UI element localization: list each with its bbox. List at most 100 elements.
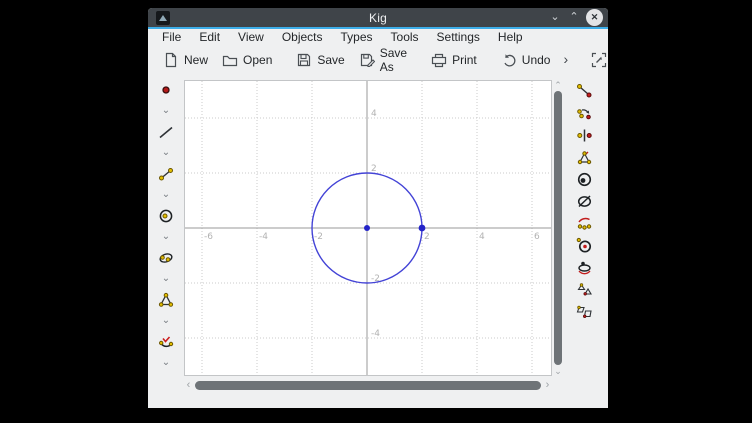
point-reflection-tool[interactable] bbox=[576, 124, 593, 146]
point-reflection-icon bbox=[576, 127, 593, 144]
svg-text:-4: -4 bbox=[371, 329, 380, 339]
chevron-down-icon: ⌄ bbox=[162, 358, 170, 368]
rotate-tool[interactable] bbox=[576, 102, 593, 124]
menu-types[interactable]: Types bbox=[332, 29, 382, 46]
scroll-left-icon[interactable]: ‹ bbox=[184, 379, 193, 391]
geometry-canvas[interactable]: -6 -4 -2 2 4 6 4 2 -2 -4 bbox=[184, 80, 552, 376]
print-label: Print bbox=[452, 53, 477, 67]
translate-icon bbox=[576, 83, 593, 100]
svg-text:-4: -4 bbox=[259, 232, 268, 242]
chevron-down-icon: ⌄ bbox=[550, 11, 559, 23]
chevron-right-icon: › bbox=[563, 51, 568, 67]
polygon-icon bbox=[158, 292, 174, 308]
point-tool-expander[interactable]: ⌄ bbox=[162, 100, 170, 121]
rotation-tool[interactable] bbox=[576, 234, 593, 256]
close-icon: ✕ bbox=[591, 12, 599, 23]
save-as-icon bbox=[359, 52, 375, 68]
chevron-down-icon: ⌄ bbox=[162, 274, 170, 284]
menu-edit[interactable]: Edit bbox=[190, 29, 229, 46]
center-point[interactable] bbox=[364, 225, 370, 231]
titlebar: Kig ⌄ ⌃ ✕ bbox=[148, 8, 608, 29]
close-button[interactable]: ✕ bbox=[586, 9, 603, 26]
line-tool-expander[interactable]: ⌄ bbox=[162, 142, 170, 163]
open-button[interactable]: Open bbox=[215, 48, 279, 71]
line-icon bbox=[158, 124, 174, 140]
svg-text:4: 4 bbox=[479, 232, 485, 242]
new-label: New bbox=[184, 53, 208, 67]
inversion-tool[interactable] bbox=[576, 168, 593, 190]
segment-tool[interactable] bbox=[158, 163, 174, 184]
undo-label: Undo bbox=[522, 53, 551, 67]
rotate-icon bbox=[576, 105, 593, 122]
menu-tools[interactable]: Tools bbox=[382, 29, 428, 46]
save-button[interactable]: Save bbox=[289, 48, 351, 71]
chevron-down-icon: ⌄ bbox=[162, 190, 170, 200]
circle-tool-expander[interactable]: ⌄ bbox=[162, 226, 170, 247]
polygon-tool-expander[interactable]: ⌄ bbox=[162, 310, 170, 331]
maximize-button[interactable]: ⌃ bbox=[567, 12, 581, 23]
chevron-down-icon: ⌄ bbox=[162, 148, 170, 158]
menu-view[interactable]: View bbox=[229, 29, 273, 46]
radius-point[interactable] bbox=[419, 225, 426, 232]
point-tool[interactable] bbox=[158, 79, 174, 100]
arc-tool[interactable] bbox=[158, 331, 174, 352]
projection-tool[interactable] bbox=[576, 256, 593, 278]
conic-tool[interactable] bbox=[158, 247, 174, 268]
window-controls: ⌄ ⌃ ✕ bbox=[548, 9, 603, 26]
zoom-in-button[interactable]: Zoom In bbox=[584, 48, 608, 71]
similitude-tool[interactable] bbox=[576, 212, 593, 234]
left-toolbar: ⌄ ⌄ ⌄ ⌄ ⌄ ⌄ ⌄ bbox=[148, 73, 184, 408]
svg-text:-2: -2 bbox=[314, 232, 323, 242]
segment-tool-expander[interactable]: ⌄ bbox=[162, 184, 170, 205]
polygon-tool[interactable] bbox=[158, 289, 174, 310]
translate-tool[interactable] bbox=[576, 80, 593, 102]
zoom-in-icon bbox=[591, 52, 607, 68]
menu-objects[interactable]: Objects bbox=[273, 29, 332, 46]
svg-text:-6: -6 bbox=[204, 232, 213, 242]
undo-icon bbox=[501, 52, 517, 68]
print-button[interactable]: Print bbox=[424, 48, 484, 71]
hide-object-tool[interactable] bbox=[576, 190, 593, 212]
horizontal-scrollbar[interactable]: ‹ › bbox=[184, 379, 552, 391]
scale-tool[interactable] bbox=[576, 146, 593, 168]
kig-window: Kig ⌄ ⌃ ✕ File Edit View Objects Types T… bbox=[148, 8, 608, 408]
rotation-icon bbox=[576, 237, 593, 254]
save-icon bbox=[296, 52, 312, 68]
svg-text:2: 2 bbox=[424, 232, 430, 242]
scroll-right-icon[interactable]: › bbox=[543, 379, 552, 391]
svg-text:6: 6 bbox=[534, 232, 540, 242]
save-as-label: Save As bbox=[380, 46, 407, 74]
undo-button[interactable]: Undo bbox=[494, 48, 558, 71]
projection-icon bbox=[576, 259, 593, 276]
chevron-down-icon: ⌄ bbox=[162, 316, 170, 326]
segment-icon bbox=[158, 166, 174, 182]
new-button[interactable]: New bbox=[156, 48, 215, 71]
conic-tool-expander[interactable]: ⌄ bbox=[162, 268, 170, 289]
menu-help[interactable]: Help bbox=[489, 29, 532, 46]
similarity-tool[interactable] bbox=[576, 278, 593, 300]
menu-file[interactable]: File bbox=[153, 29, 190, 46]
svg-text:4: 4 bbox=[371, 109, 377, 119]
undo-overflow-button[interactable]: › bbox=[557, 48, 574, 71]
arc-tool-expander[interactable]: ⌄ bbox=[162, 352, 170, 373]
toolbar: New Open Save Save As Print Undo › Zoo bbox=[148, 46, 608, 73]
affinity-tool[interactable] bbox=[576, 300, 593, 322]
menubar: File Edit View Objects Types Tools Setti… bbox=[148, 29, 608, 46]
app-icon bbox=[156, 11, 170, 25]
horizontal-scrollbar-thumb[interactable] bbox=[195, 381, 541, 390]
svg-text:2: 2 bbox=[371, 164, 377, 174]
arc-icon bbox=[158, 334, 174, 350]
save-label: Save bbox=[317, 53, 344, 67]
right-toolbar bbox=[560, 73, 608, 408]
chevron-down-icon: ⌄ bbox=[162, 232, 170, 242]
axis-tick-labels: -6 -4 -2 2 4 6 4 2 -2 -4 bbox=[204, 109, 540, 339]
hide-object-icon bbox=[576, 193, 593, 210]
circle-tool[interactable] bbox=[158, 205, 174, 226]
similitude-icon bbox=[576, 215, 593, 232]
menu-settings[interactable]: Settings bbox=[428, 29, 489, 46]
chevron-down-icon: ⌄ bbox=[162, 106, 170, 116]
line-tool[interactable] bbox=[158, 121, 174, 142]
save-as-button[interactable]: Save As bbox=[352, 48, 414, 71]
circle-icon bbox=[158, 208, 174, 224]
minimize-button[interactable]: ⌄ bbox=[548, 12, 562, 23]
